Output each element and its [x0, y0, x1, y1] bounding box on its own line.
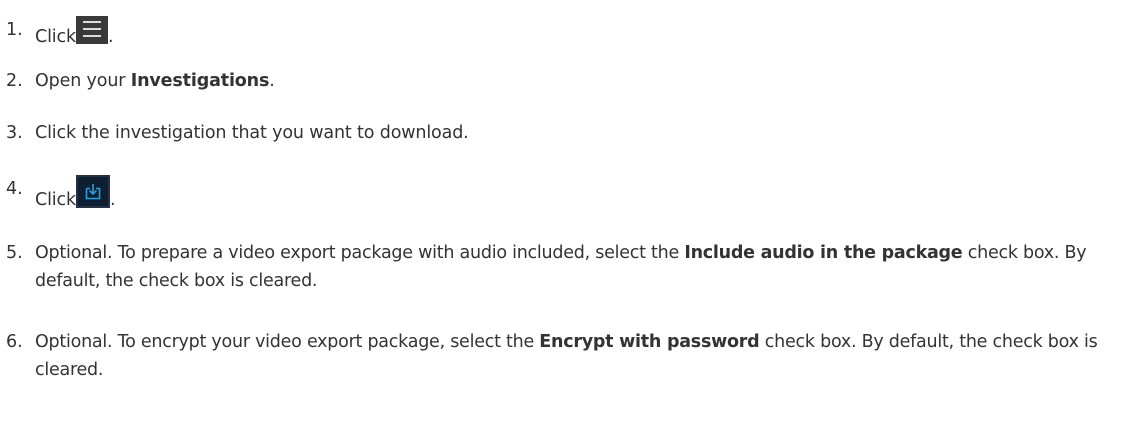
instruction-steps: 1. Click. 2. Open your Investigations. 3… — [0, 0, 1147, 443]
menu-icon — [75, 16, 108, 44]
step-text: Click the investigation that you want to… — [35, 123, 469, 143]
step-text: Click — [35, 27, 76, 47]
step-6: 6. Optional. To encrypt your video expor… — [6, 328, 1144, 384]
step-number: 3. — [6, 123, 23, 143]
step-number: 2. — [6, 71, 23, 91]
step-text: Optional. To encrypt your video export p… — [35, 332, 540, 352]
step-text: . — [107, 27, 114, 47]
step-number: 1. — [6, 20, 23, 40]
step-number: 4. — [6, 179, 23, 199]
step-3: 3. Click the investigation that you want… — [6, 119, 1144, 147]
step-5: 5. Optional. To prepare a video export p… — [6, 239, 1144, 295]
step-1: 1. Click. — [6, 13, 1144, 51]
step-text: . — [269, 71, 275, 91]
step-2: 2. Open your Investigations. — [6, 67, 1144, 95]
step-text: Optional. To prepare a video export pack… — [35, 243, 685, 263]
download-icon — [75, 175, 110, 208]
step-text: Open your — [35, 71, 131, 91]
investigations-label: Investigations — [130, 71, 270, 91]
step-4: 4. Click . — [6, 170, 1144, 214]
step-number: 6. — [6, 332, 23, 352]
step-number: 5. — [6, 243, 23, 263]
include-audio-label: Include audio in the package — [684, 243, 963, 263]
step-text: Click — [35, 190, 76, 210]
step-text: . — [109, 190, 116, 210]
encrypt-password-label: Encrypt with password — [539, 332, 760, 352]
